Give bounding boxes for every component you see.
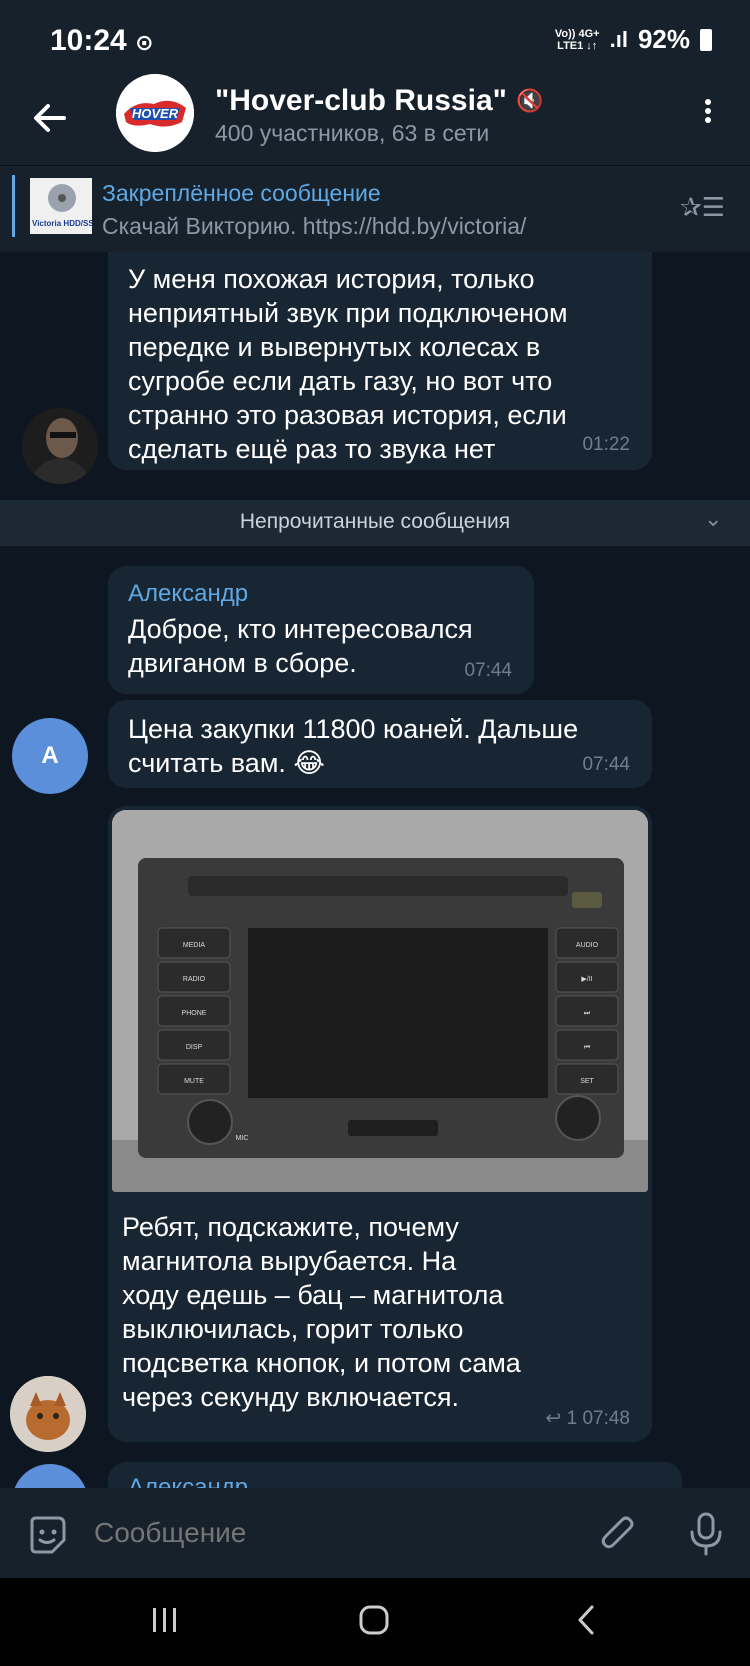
svg-text:MEDIA: MEDIA — [183, 942, 206, 949]
message-list[interactable]: У меня похожая история, только неприятны… — [0, 252, 750, 1488]
voice-button[interactable] — [686, 1510, 726, 1558]
message-text: Доброе, кто интересовался двиганом в сбо… — [128, 614, 473, 678]
sticker-icon — [30, 1516, 66, 1554]
user-avatar[interactable] — [22, 408, 98, 484]
message-time: 07:44 — [582, 754, 630, 775]
sticker-button[interactable] — [26, 1514, 68, 1556]
reply-count: 1 — [566, 1408, 578, 1429]
svg-text:RADIO: RADIO — [183, 976, 206, 983]
message-time: 07:48 — [582, 1408, 630, 1429]
reply-icon: ↩ — [545, 1408, 562, 1429]
battery-icon — [700, 28, 712, 51]
message-bubble[interactable]: MEDIA RADIO PHONE DISP MUTE AUDIO ▶/II ⏭… — [108, 806, 652, 1442]
more-menu-button[interactable] — [698, 96, 718, 136]
svg-text:DISP: DISP — [186, 1044, 203, 1051]
message-text: Цена закупки 11800 юаней. Дальше считать… — [128, 714, 579, 778]
pin-list-icon[interactable]: ✰☰ — [680, 192, 725, 223]
photo[interactable]: MEDIA RADIO PHONE DISP MUTE AUDIO ▶/II ⏭… — [112, 810, 648, 1192]
message-bubble[interactable]: Александр — [108, 1462, 682, 1488]
chevron-down-icon[interactable]: ⌄ — [704, 506, 722, 532]
message-input[interactable] — [92, 1516, 556, 1550]
message-bubble[interactable]: У меня похожая история, только неприятны… — [108, 252, 652, 470]
user-avatar[interactable] — [10, 1376, 86, 1452]
pinned-thumbnail: Victoria HDD/SSD — [30, 178, 100, 234]
user-avatar[interactable] — [12, 1464, 88, 1488]
pinned-text: Скачай Викторию. https://hdd.by/victoria… — [102, 213, 527, 239]
status-indicators: Vo)) 4G+ LTE1 ↓↑ .ıl 92% — [555, 24, 712, 55]
message-text: У меня похожая история, только неприятны… — [128, 264, 568, 464]
mute-icon: 🔇 — [516, 88, 544, 113]
message-bubble[interactable]: Цена закупки 11800 юаней. Дальше считать… — [108, 700, 652, 788]
svg-text:▶/II: ▶/II — [581, 976, 592, 983]
group-subtitle: 400 участников, 63 в сети — [215, 120, 490, 146]
hover-logo: HOVER — [116, 74, 194, 152]
paperclip-icon — [601, 1516, 634, 1549]
svg-text:MIC: MIC — [236, 1135, 249, 1142]
message-time: 01:22 — [582, 434, 630, 455]
pinned-title: Закреплённое сообщение — [102, 180, 381, 206]
nav-back-icon[interactable] — [574, 1604, 598, 1636]
message-bubble[interactable]: Александр Доброе, кто интересовался двиг… — [108, 566, 534, 694]
back-button[interactable] — [28, 96, 72, 140]
status-time: 10:24 ⊙ — [50, 24, 154, 57]
unread-label: Непрочитанные сообщения — [239, 510, 511, 533]
home-icon[interactable] — [358, 1604, 390, 1636]
network-indicator: Vo)) 4G+ LTE1 ↓↑ — [554, 27, 600, 52]
pinned-indicator — [12, 175, 15, 237]
microphone-icon — [690, 1512, 722, 1556]
message-time: 07:44 — [464, 660, 512, 681]
user-avatar[interactable]: А — [12, 718, 88, 794]
sync-icon: ⊙ — [135, 30, 154, 55]
group-title[interactable]: "Hover-club Russia" — [215, 84, 507, 118]
svg-text:⏮: ⏮ — [584, 1044, 590, 1051]
recents-icon[interactable] — [150, 1606, 180, 1634]
svg-text:HOVER: HOVER — [132, 106, 179, 121]
back-arrow-icon — [34, 104, 66, 132]
svg-text:PHONE: PHONE — [182, 1010, 207, 1017]
battery-text: 92% — [637, 24, 690, 54]
group-avatar[interactable]: HOVER — [116, 74, 194, 152]
svg-text:SET: SET — [580, 1078, 594, 1085]
svg-text:Victoria HDD/SSD: Victoria HDD/SSD — [32, 219, 92, 228]
svg-text:⏭: ⏭ — [584, 1010, 591, 1017]
sender-name[interactable]: Александр — [128, 580, 248, 608]
svg-text:MUTE: MUTE — [184, 1078, 204, 1085]
sender-name[interactable]: Александр — [128, 1474, 248, 1488]
message-text: Ребят, подскажите, почему магнитола выру… — [122, 1212, 521, 1412]
more-vert-icon — [698, 99, 718, 123]
message-meta[interactable]: ↩ 1 07:48 — [545, 1407, 630, 1430]
signal-icon: .ıl — [609, 26, 628, 52]
svg-text:AUDIO: AUDIO — [576, 942, 599, 949]
attach-button[interactable] — [598, 1512, 638, 1556]
